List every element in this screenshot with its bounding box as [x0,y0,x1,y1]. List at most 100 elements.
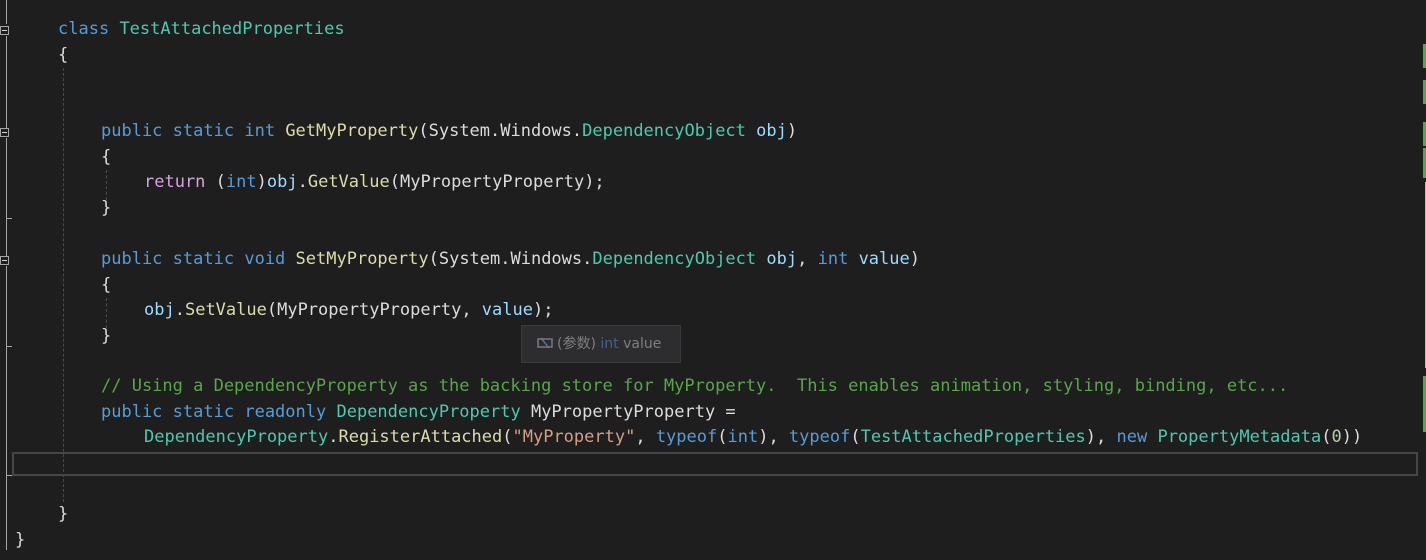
code-token: . [174,300,185,320]
code-line[interactable]: DependencyProperty.RegisterAttached("MyP… [144,425,1362,450]
tooltip-type: int [600,336,619,352]
code-token: typeof [788,427,851,447]
code-token: (MyPropertyProperty); [389,172,605,192]
quick-info-tooltip: (参数) int value [521,325,681,363]
code-token: DependencyProperty [336,402,521,422]
code-token: obj [144,300,175,320]
code-line[interactable]: class TestAttachedProperties [58,17,345,42]
code-token: DependencyObject [582,121,746,141]
code-token: // Using a DependencyProperty as the bac… [101,376,1289,396]
code-token: value [858,249,910,269]
code-token: 0 [1331,427,1342,447]
code-token: ( [205,172,226,192]
code-token: return [144,172,206,192]
code-token: ), [758,427,789,447]
code-token: GetMyProperty [285,121,419,141]
code-token: (System.Windows. [418,121,583,141]
code-token: } [101,198,112,218]
code-token: RegisterAttached [338,427,503,447]
code-token: PropertyMetadata [1157,427,1322,447]
code-token: ) [786,121,798,141]
tooltip-name: value [618,336,662,352]
code-token: public [101,121,163,141]
code-token: . [297,172,308,192]
code-token: )) [1341,427,1363,447]
code-token: int [727,427,759,447]
code-line[interactable]: public static readonly DependencyPropert… [101,400,736,425]
outlining-margin [0,0,14,560]
code-line[interactable]: obj.SetValue(MyPropertyProperty, value); [144,298,553,323]
code-line[interactable]: } [58,502,68,527]
code-token: } [58,504,69,524]
code-token: DependencyProperty [144,427,329,447]
code-token: SetMyProperty [295,249,429,269]
code-token: , [635,427,656,447]
collapse-setmyproperty-toggle[interactable] [0,256,9,265]
code-token: public [101,249,163,269]
code-token: int [244,121,276,141]
code-token: { [101,147,112,167]
current-line-highlight [12,452,1418,476]
collapse-getmyproperty-toggle[interactable] [0,128,9,137]
code-token: , [797,249,818,269]
code-token: { [58,45,69,65]
code-line[interactable]: return (int)obj.GetValue(MyPropertyPrope… [144,170,605,195]
code-token: } [15,530,26,550]
code-token: ), [1085,427,1117,447]
code-token: (System.Windows. [428,249,593,269]
code-token: TestAttachedProperties [119,19,345,39]
code-token: void [244,249,286,269]
code-token: static [172,402,235,422]
code-line[interactable]: public static void SetMyProperty(System.… [101,247,920,272]
code-token: ); [532,300,554,320]
code-line[interactable]: // Using a DependencyProperty as the bac… [101,374,1288,399]
code-token: . [328,427,339,447]
code-line[interactable]: } [101,196,111,221]
code-token: obj [756,121,787,141]
code-line[interactable]: } [15,528,25,553]
code-token: ) [256,172,267,192]
code-line[interactable]: { [101,145,111,170]
code-line[interactable]: public static int GetMyProperty(System.W… [101,119,797,144]
code-line[interactable]: { [58,43,68,68]
tooltip-prefix: (参数) [557,336,601,352]
code-token: MyPropertyProperty = [520,402,736,422]
code-token: ( [850,427,861,447]
code-token: ( [717,427,728,447]
code-token: ( [502,427,513,447]
change-tracking-margin [1422,0,1426,560]
code-token: SetValue [184,300,267,320]
code-token: obj [766,249,798,269]
code-token: } [101,326,112,346]
code-line[interactable]: { [101,273,111,298]
collapse-class-toggle[interactable] [0,26,9,35]
code-token: class [58,19,110,39]
code-token: { [101,275,112,295]
code-token: GetValue [307,172,390,192]
code-token: ) [909,249,920,269]
code-token: static [172,121,235,141]
indent-guide [63,68,64,502]
code-token: DependencyObject [592,249,757,269]
code-editor[interactable]: class TestAttachedProperties { public st… [0,0,1426,560]
code-line[interactable]: } [101,324,111,349]
code-token: obj [266,172,298,192]
code-token: static [172,249,235,269]
code-token: ( [1321,427,1332,447]
code-token: TestAttachedProperties [860,427,1086,447]
parameter-icon [537,337,553,349]
code-token: typeof [655,427,718,447]
